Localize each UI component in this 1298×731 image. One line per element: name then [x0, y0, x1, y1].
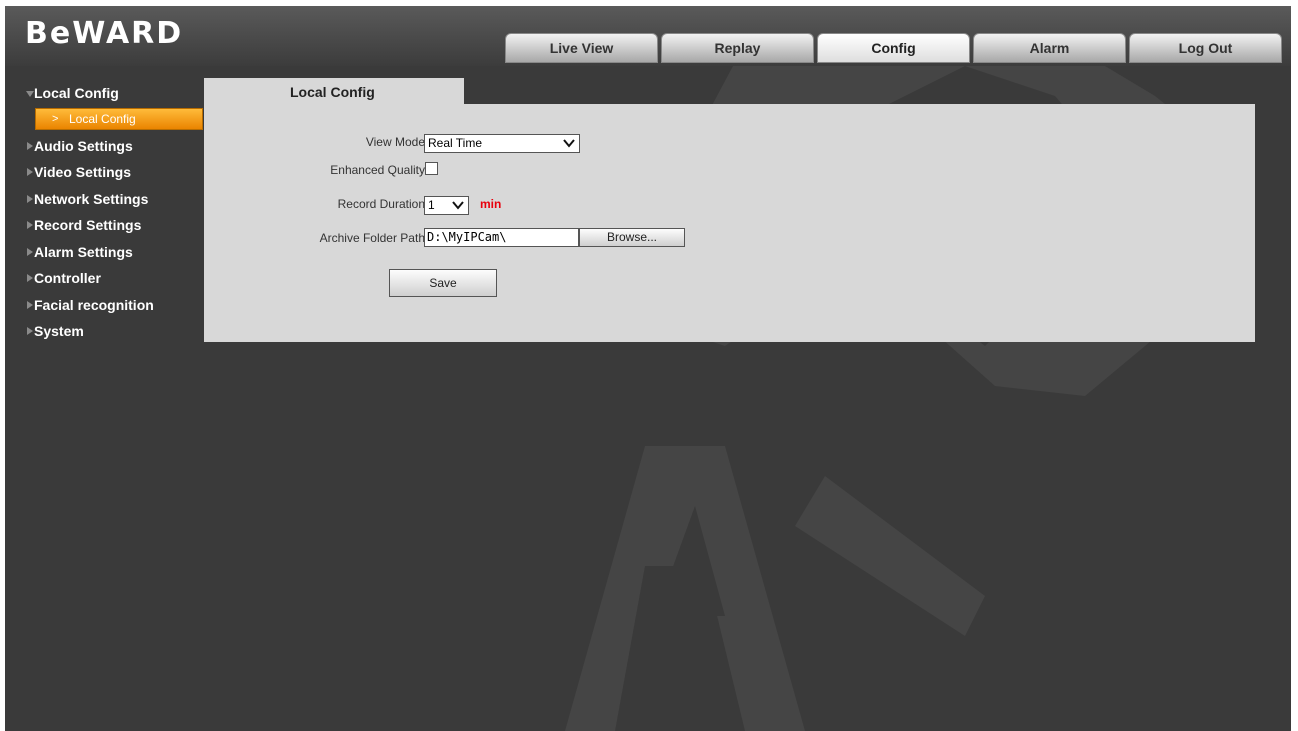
collapsed-triangle-icon — [27, 194, 33, 203]
sidebar-item-label: Audio Settings — [34, 137, 133, 154]
sidebar-item-label: Record Settings — [34, 217, 142, 233]
local-config-panel: View Mode Real Time Enhanced Quality Rec… — [204, 104, 1255, 342]
collapsed-triangle-icon — [27, 168, 33, 176]
content-tab-local-config[interactable]: Local Config — [204, 78, 464, 105]
tab-replay[interactable]: Replay — [661, 33, 814, 63]
sidebar-item-label: Local Config — [34, 85, 119, 101]
sidebar-item-alarm-settings[interactable]: Alarm Settings — [5, 239, 205, 266]
collapsed-triangle-icon — [27, 274, 33, 282]
sidebar-item-label: System — [34, 323, 84, 339]
tab-alarm[interactable]: Alarm — [973, 33, 1126, 63]
sidebar-item-record-settings[interactable]: Record Settings — [5, 212, 205, 239]
chevron-down-icon — [563, 139, 575, 148]
archive-folder-path-value: D:\MyIPCam\ — [427, 230, 507, 244]
chevron-down-icon — [452, 201, 464, 210]
top-header: BeWARD Live View Replay Config Alarm Log… — [5, 6, 1291, 66]
collapsed-triangle-icon — [27, 247, 33, 256]
collapsed-triangle-icon — [27, 327, 33, 335]
collapsed-triangle-icon — [27, 141, 33, 150]
record-duration-unit: min — [480, 197, 502, 211]
enhanced-quality-checkbox[interactable] — [425, 162, 438, 175]
view-mode-label: View Mode — [365, 135, 425, 149]
beward-logo: BeWARD — [25, 16, 184, 51]
archive-folder-path-input[interactable]: D:\MyIPCam\ — [424, 228, 579, 247]
sidebar-item-label: Network Settings — [34, 190, 149, 207]
sidebar-item-local-config[interactable]: Local Config — [5, 80, 205, 107]
save-button[interactable]: Save — [389, 269, 497, 297]
sidebar-item-controller[interactable]: Controller — [5, 265, 205, 292]
collapsed-triangle-icon — [27, 300, 33, 309]
record-duration-select[interactable]: 1 — [424, 196, 469, 215]
sidebar-item-label: Video Settings — [34, 164, 131, 180]
view-mode-value: Real Time — [428, 136, 483, 150]
tab-log-out[interactable]: Log Out — [1129, 33, 1282, 63]
sidebar: Local Config > Local Config Audio Settin… — [5, 80, 205, 345]
sidebar-item-audio-settings[interactable]: Audio Settings — [5, 133, 205, 160]
archive-folder-path-label: Archive Folder Path — [319, 231, 425, 245]
enhanced-quality-label: Enhanced Quality — [330, 163, 425, 177]
tab-config[interactable]: Config — [817, 33, 970, 63]
tab-live-view[interactable]: Live View — [505, 33, 658, 63]
sidebar-item-system[interactable]: System — [5, 318, 205, 345]
record-duration-label: Record Duration — [337, 197, 425, 211]
sidebar-item-network-settings[interactable]: Network Settings — [5, 186, 205, 213]
chevron-right-icon: > — [52, 112, 59, 125]
browse-button[interactable]: Browse... — [579, 228, 685, 247]
sidebar-subitem-local-config[interactable]: > Local Config — [35, 107, 203, 130]
view-mode-select[interactable]: Real Time — [424, 134, 580, 153]
sidebar-item-label: Facial recognition — [34, 296, 154, 313]
sidebar-subitem-label: Local Config — [69, 111, 136, 126]
record-duration-value: 1 — [428, 198, 435, 212]
sidebar-item-label: Controller — [34, 270, 101, 286]
sidebar-item-video-settings[interactable]: Video Settings — [5, 159, 205, 186]
sidebar-item-facial-recognition[interactable]: Facial recognition — [5, 292, 205, 319]
collapsed-triangle-icon — [27, 221, 33, 229]
expanded-triangle-icon — [26, 91, 34, 97]
app-window: BeWARD Live View Replay Config Alarm Log… — [5, 6, 1291, 731]
sidebar-item-label: Alarm Settings — [34, 243, 133, 260]
